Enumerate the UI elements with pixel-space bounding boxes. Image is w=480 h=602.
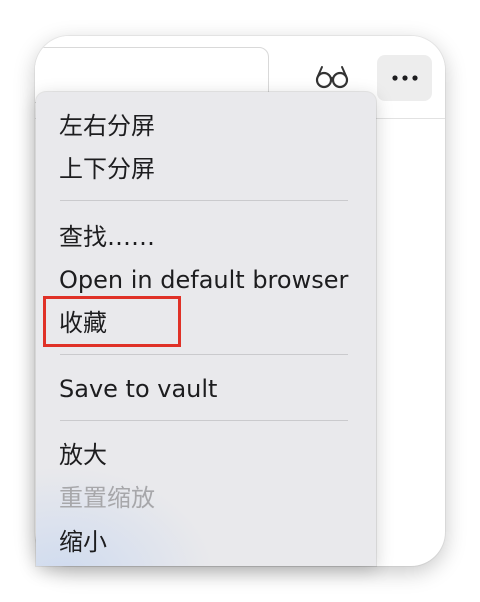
menu-item-save-to-vault[interactable]: Save to vault [59, 374, 217, 404]
menu-item-split-left-right[interactable]: 左右分屏 [59, 111, 155, 141]
highlight-annotation-box [43, 296, 181, 347]
menu-separator [60, 200, 348, 201]
screenshot-stage: 左右分屏 上下分屏 查找…… Open in default browser 收… [0, 0, 480, 602]
more-dots-icon [391, 75, 418, 81]
menu-item-reset-zoom: 重置缩放 [59, 484, 155, 512]
menu-item-find[interactable]: 查找…… [59, 222, 155, 252]
menu-separator [60, 420, 348, 421]
menu-item-zoom-in[interactable]: 放大 [59, 440, 107, 470]
menu-separator [60, 354, 348, 355]
reader-glasses-icon[interactable] [315, 64, 349, 90]
more-button[interactable] [377, 55, 432, 101]
menu-item-split-top-bottom[interactable]: 上下分屏 [59, 154, 155, 184]
menu-item-zoom-out[interactable]: 缩小 [59, 527, 107, 557]
menu-item-open-in-default-browser[interactable]: Open in default browser [59, 265, 348, 295]
